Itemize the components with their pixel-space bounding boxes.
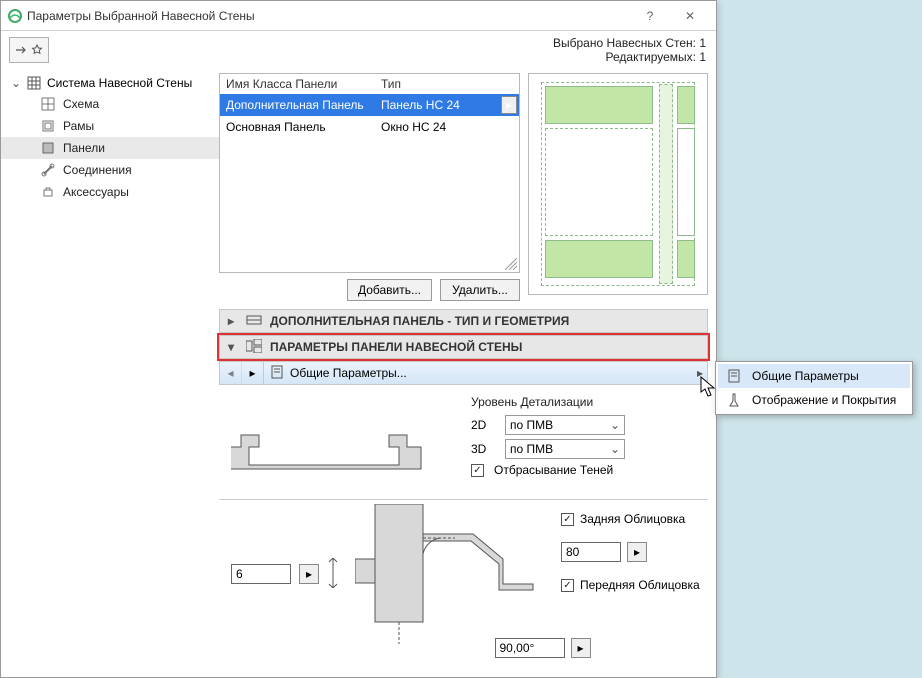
accessory-icon (41, 185, 55, 199)
tree-sidebar: ⌄ Система Навесной Стены Схема Рамы Пане… (1, 69, 219, 677)
accordion-panel-params[interactable]: ▾ ПАРАМЕТРЫ ПАНЕЛИ НАВЕСНОЙ СТЕНЫ (219, 335, 708, 359)
page-icon (270, 365, 284, 382)
add-button[interactable]: Добавить... (347, 279, 432, 301)
popup-item-display[interactable]: Отображение и Покрытия (718, 388, 910, 412)
sidebar-item-scheme[interactable]: Схема (1, 93, 219, 115)
list-row[interactable]: Основная Панель Окно НС 24 (220, 116, 519, 138)
sidebar-item-label: Соединения (63, 163, 132, 177)
detail-level-group: Уровень Детализации 2D по ПМВ ⌄ 3D по ПМ… (471, 395, 625, 485)
separator (219, 499, 708, 500)
row-name: Основная Панель (220, 118, 375, 136)
scheme-icon (41, 97, 55, 111)
row-type: Окно НС 24 (375, 118, 519, 136)
sidebar-item-frames[interactable]: Рамы (1, 115, 219, 137)
profile-3d-preview (355, 504, 545, 644)
list-row[interactable]: Дополнительная Панель Панель НС 24 ▸ (220, 94, 519, 116)
label-3d: 3D (471, 442, 495, 456)
chevron-down-icon: ⌄ (11, 76, 21, 90)
row-type: Панель НС 24 (375, 96, 501, 114)
params-icon (246, 339, 262, 356)
popup-item-label: Общие Параметры (752, 369, 859, 383)
row-name: Дополнительная Панель (220, 96, 375, 114)
tree-root-item[interactable]: ⌄ Система Навесной Стены (1, 73, 219, 93)
popup-item-general[interactable]: Общие Параметры (718, 364, 910, 388)
sidebar-item-label: Рамы (63, 119, 94, 133)
sidebar-item-label: Схема (63, 97, 99, 111)
back-cladding-popup-button[interactable]: ▸ (627, 542, 647, 562)
checkbox-label: Отбрасывание Теней (494, 463, 613, 477)
nav-next-button[interactable]: ▸ (242, 362, 264, 384)
combo-value: по ПМВ (510, 418, 610, 432)
chevron-down-icon: ⌄ (610, 442, 620, 456)
combo-2d-detail[interactable]: по ПМВ ⌄ (505, 415, 625, 435)
page-dropdown-label: Общие Параметры... (290, 366, 407, 380)
front-cladding-label: Передняя Облицовка (580, 578, 700, 592)
accordion-label: ДОПОЛНИТЕЛЬНАЯ ПАНЕЛЬ - ТИП И ГЕОМЕТРИЯ (270, 314, 569, 328)
panel-icon (41, 141, 55, 155)
popup-item-label: Отображение и Покрытия (752, 393, 896, 407)
page-icon (726, 368, 742, 384)
resize-handle-icon[interactable] (505, 258, 517, 270)
dimension-icon (327, 558, 339, 591)
sidebar-item-panels[interactable]: Панели (1, 137, 219, 159)
panel-class-list[interactable]: Имя Класса Панели Тип Дополнительная Пан… (219, 73, 520, 273)
system-icon (27, 76, 41, 90)
combo-value: по ПМВ (510, 442, 610, 456)
back-cladding-label: Задняя Облицовка (580, 512, 685, 526)
nav-prev-button[interactable]: ◂ (220, 362, 242, 384)
angle-input[interactable] (495, 638, 565, 658)
checkbox-front-cladding[interactable]: ✓ (561, 579, 574, 592)
geometry-icon (246, 313, 262, 330)
chevron-right-icon: ▸ (693, 366, 707, 380)
tree-root-label: Система Навесной Стены (47, 76, 192, 90)
favorites-button[interactable] (9, 37, 49, 63)
star-icon (31, 44, 43, 56)
accordion-label: ПАРАМЕТРЫ ПАНЕЛИ НАВЕСНОЙ СТЕНЫ (270, 340, 522, 354)
profile-2d-preview (231, 415, 451, 485)
editable-count: Редактируемых: 1 (553, 50, 706, 64)
page-popup-menu: Общие Параметры Отображение и Покрытия (715, 361, 913, 415)
main-panel: Имя Класса Панели Тип Дополнительная Пан… (219, 69, 716, 677)
selected-count: Выбрано Навесных Стен: 1 (553, 36, 706, 50)
help-button[interactable]: ? (630, 2, 670, 30)
preview-pane (528, 73, 708, 295)
chevron-down-icon: ⌄ (610, 418, 620, 432)
col-type[interactable]: Тип (375, 74, 519, 94)
window-title: Параметры Выбранной Навесной Стены (23, 9, 630, 23)
page-navigator: ◂ ▸ Общие Параметры... ▸ (219, 361, 708, 385)
sidebar-item-accessories[interactable]: Аксессуары (1, 181, 219, 203)
sidebar-item-joints[interactable]: Соединения (1, 159, 219, 181)
sidebar-item-label: Аксессуары (63, 185, 129, 199)
combo-3d-detail[interactable]: по ПМВ ⌄ (505, 439, 625, 459)
sidebar-item-label: Панели (63, 141, 105, 155)
selection-summary: Выбрано Навесных Стен: 1 Редактируемых: … (553, 36, 706, 64)
col-name[interactable]: Имя Класса Панели (220, 74, 375, 94)
arrow-icon (15, 43, 29, 57)
angle-popup-button[interactable]: ▸ (571, 638, 591, 658)
list-header: Имя Класса Панели Тип (220, 74, 519, 94)
chevron-down-icon: ▾ (228, 340, 238, 354)
header-row: Выбрано Навесных Стен: 1 Редактируемых: … (1, 31, 716, 69)
back-cladding-input[interactable] (561, 542, 621, 562)
dialog-window: Параметры Выбранной Навесной Стены ? ✕ В… (0, 0, 717, 678)
row-flyout-button[interactable]: ▸ (501, 96, 517, 114)
frame-icon (41, 119, 55, 133)
checkbox-shadows[interactable]: ✓ (471, 464, 484, 477)
title-bar: Параметры Выбранной Навесной Стены ? ✕ (1, 1, 716, 31)
checkbox-back-cladding[interactable]: ✓ (561, 513, 574, 526)
chevron-right-icon: ▸ (228, 314, 238, 328)
accordion-type-geometry[interactable]: ▸ ДОПОЛНИТЕЛЬНАЯ ПАНЕЛЬ - ТИП И ГЕОМЕТРИ… (219, 309, 708, 333)
brush-icon (726, 392, 742, 408)
thickness-popup-button[interactable]: ▸ (299, 564, 319, 584)
detail-level-title: Уровень Детализации (471, 395, 625, 409)
delete-button[interactable]: Удалить... (440, 279, 520, 301)
app-icon (7, 8, 23, 24)
page-dropdown[interactable]: Общие Параметры... (264, 365, 693, 382)
joint-icon (41, 163, 55, 177)
close-button[interactable]: ✕ (670, 2, 710, 30)
thickness-input[interactable] (231, 564, 291, 584)
label-2d: 2D (471, 418, 495, 432)
